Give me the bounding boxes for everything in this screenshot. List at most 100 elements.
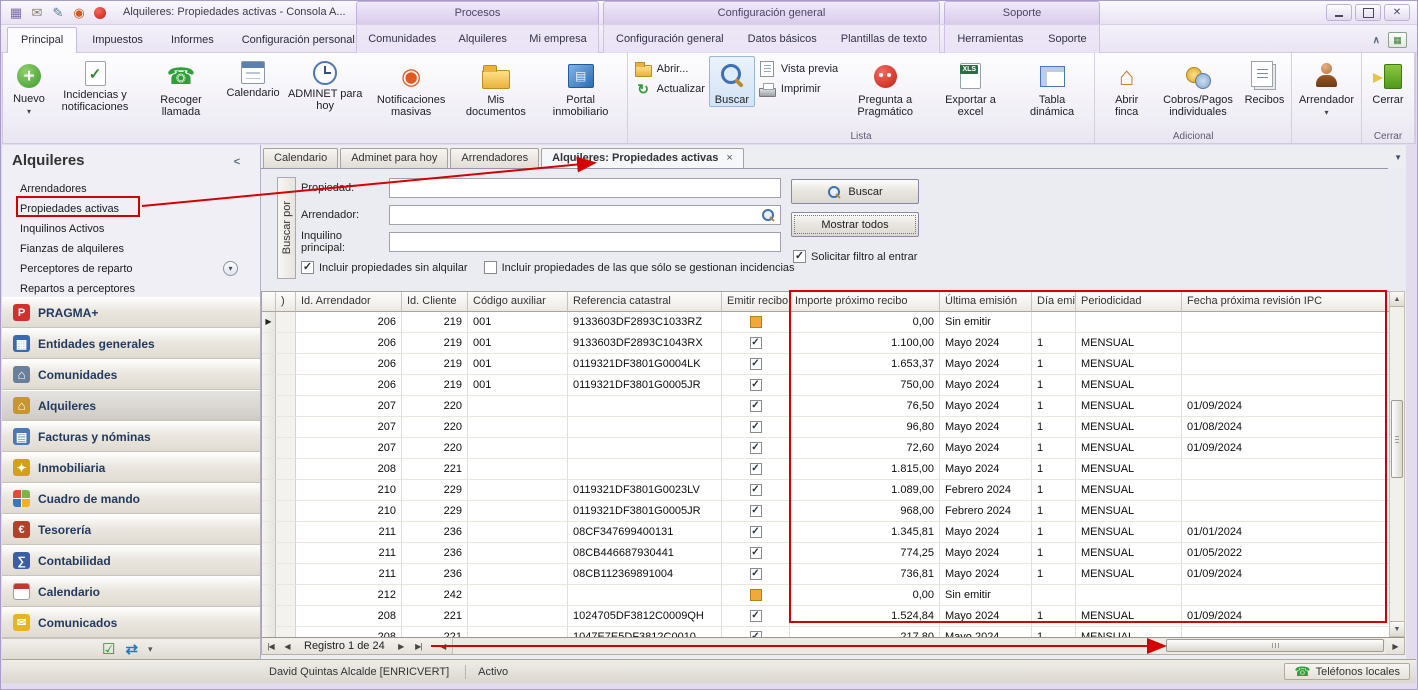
row-selector[interactable] [262,606,276,627]
column-header-ultima-emision[interactable]: Última emisión [940,292,1032,312]
button-vista-previa[interactable]: Vista previa [759,62,838,76]
cell[interactable]: 9133603DF2893C1043RX [568,333,722,354]
emitir-recibo-checkbox[interactable] [750,442,762,454]
cell[interactable]: 212 [296,585,402,606]
checkbox-incluir-propiedades-de-las-que-solo-se-gestionan-incidencias[interactable]: Incluir propiedades de las que sólo se g… [484,261,795,274]
button-portal-inmobiliario[interactable]: Portal inmobiliario [538,56,624,119]
row-selector[interactable] [262,396,276,417]
column-header-importe-proximo-recibo[interactable]: Importe próximo recibo [790,292,940,312]
sidebar-item-arrendadores[interactable]: Arrendadores [2,179,260,199]
cell[interactable]: 1.100,00 [790,333,940,354]
cell[interactable]: 08CB446687930441 [568,543,722,564]
cell[interactable]: Sin emitir [940,312,1032,333]
cell[interactable] [568,417,722,438]
emitir-recibo-checkbox[interactable] [750,610,762,622]
cell[interactable]: 72,60 [790,438,940,459]
cell[interactable] [1076,312,1182,333]
cell[interactable]: 207 [296,438,402,459]
cell[interactable]: MENSUAL [1076,522,1182,543]
horizontal-scrollbar-thumb[interactable] [1166,639,1384,652]
cell[interactable] [468,459,568,480]
cell[interactable]: MENSUAL [1076,375,1182,396]
button-imprimir[interactable]: Imprimir [759,82,838,96]
button-recoger-llamada[interactable]: Recoger llamada [138,56,224,119]
cell[interactable]: MENSUAL [1076,417,1182,438]
help-window-icon[interactable] [1388,32,1407,48]
next-record-button[interactable] [393,638,410,654]
cell[interactable]: 1.653,37 [790,354,940,375]
row-selector[interactable] [262,438,276,459]
cell[interactable]: 0119321DF3801G0005JR [568,501,722,522]
cell[interactable]: Febrero 2024 [940,480,1032,501]
cell[interactable] [1182,585,1389,606]
telefonos-locales-panel[interactable]: Teléfonos locales [1284,663,1410,680]
cell[interactable] [1182,333,1389,354]
emitir-recibo-checkbox[interactable] [750,484,762,496]
nav-item-contabilidad[interactable]: Contabilidad [2,545,260,576]
cell[interactable]: 1 [1032,438,1076,459]
cell[interactable] [468,627,568,637]
cell[interactable]: Mayo 2024 [940,417,1032,438]
cell[interactable]: 206 [296,354,402,375]
cell-emitir-recibo[interactable] [722,459,790,480]
cell[interactable]: 219 [402,375,468,396]
cell[interactable]: Mayo 2024 [940,627,1032,637]
cell[interactable]: 76,50 [790,396,940,417]
collapse-sidebar-button[interactable] [230,155,244,169]
cell[interactable]: 0,00 [790,585,940,606]
ribbon-tab-principal[interactable]: Principal [7,27,77,53]
cell[interactable]: 01/09/2024 [1182,564,1389,585]
emitir-recibo-checkbox[interactable] [750,379,762,391]
ribbon-tab-plantillas-de-texto[interactable]: Plantillas de texto [837,33,931,45]
emitir-recibo-checkbox[interactable] [750,505,762,517]
cell[interactable]: 0119321DF3801G0004LK [568,354,722,375]
column-header-id-arrendador[interactable]: Id. Arrendador [296,292,402,312]
close-tab-icon[interactable]: × [726,149,732,168]
mascot-icon[interactable] [91,4,109,21]
tab-calendario[interactable]: Calendario [263,148,338,168]
checkbox-incluir-propiedades-sin-alquilar[interactable]: Incluir propiedades sin alquilar [301,261,468,274]
ribbon-tab-soporte[interactable]: Soporte [1044,33,1091,45]
cell[interactable] [468,585,568,606]
input-propiedad[interactable] [389,178,781,198]
ribbon-tab-configuracion-personal[interactable]: Configuración personal [229,29,368,53]
cell[interactable]: Mayo 2024 [940,333,1032,354]
prev-record-button[interactable] [279,638,296,654]
emitir-recibo-checkbox[interactable] [750,589,762,601]
nav-item-tesoreria[interactable]: Tesorería [2,514,260,545]
cell[interactable]: MENSUAL [1076,501,1182,522]
cell[interactable]: 1 [1032,333,1076,354]
cell[interactable] [468,501,568,522]
cell[interactable]: 01/05/2022 [1182,543,1389,564]
cell-emitir-recibo[interactable] [722,312,790,333]
cell[interactable]: Sin emitir [940,585,1032,606]
cell[interactable]: 1 [1032,501,1076,522]
cell[interactable]: MENSUAL [1076,606,1182,627]
cell[interactable]: 1.815,00 [790,459,940,480]
cell[interactable]: 210 [296,480,402,501]
cell[interactable]: 242 [402,585,468,606]
cell[interactable]: 736,81 [790,564,940,585]
sidebar-item-perceptores-de-reparto[interactable]: Perceptores de reparto [2,259,260,279]
column-header-periodicidad[interactable]: Periodicidad [1076,292,1182,312]
tab-adminet-para-hoy[interactable]: Adminet para hoy [340,148,448,168]
cell-emitir-recibo[interactable] [722,333,790,354]
row-selector[interactable] [262,333,276,354]
button-exportar-a-excel[interactable]: Exportar a excel [928,56,1013,119]
scroll-down-icon[interactable] [1390,621,1404,636]
cell[interactable] [468,396,568,417]
solicitar-filtro-checkbox[interactable]: Solicitar filtro al entrar [793,250,917,263]
button-pregunta-a-pragmatico[interactable]: Pregunta a Pragmático [842,56,928,119]
cell[interactable] [568,396,722,417]
window-icon[interactable] [7,4,25,21]
cell[interactable]: 1 [1032,417,1076,438]
cell[interactable]: 236 [402,543,468,564]
emitir-recibo-checkbox[interactable] [750,421,762,433]
cell[interactable] [468,543,568,564]
ribbon-tab-informes[interactable]: Informes [158,29,227,53]
cell[interactable]: 001 [468,375,568,396]
cell[interactable]: 001 [468,312,568,333]
cell-emitir-recibo[interactable] [722,543,790,564]
nav-item-facturas-y-nominas[interactable]: Facturas y nóminas [2,421,260,452]
cell[interactable]: 221 [402,627,468,637]
